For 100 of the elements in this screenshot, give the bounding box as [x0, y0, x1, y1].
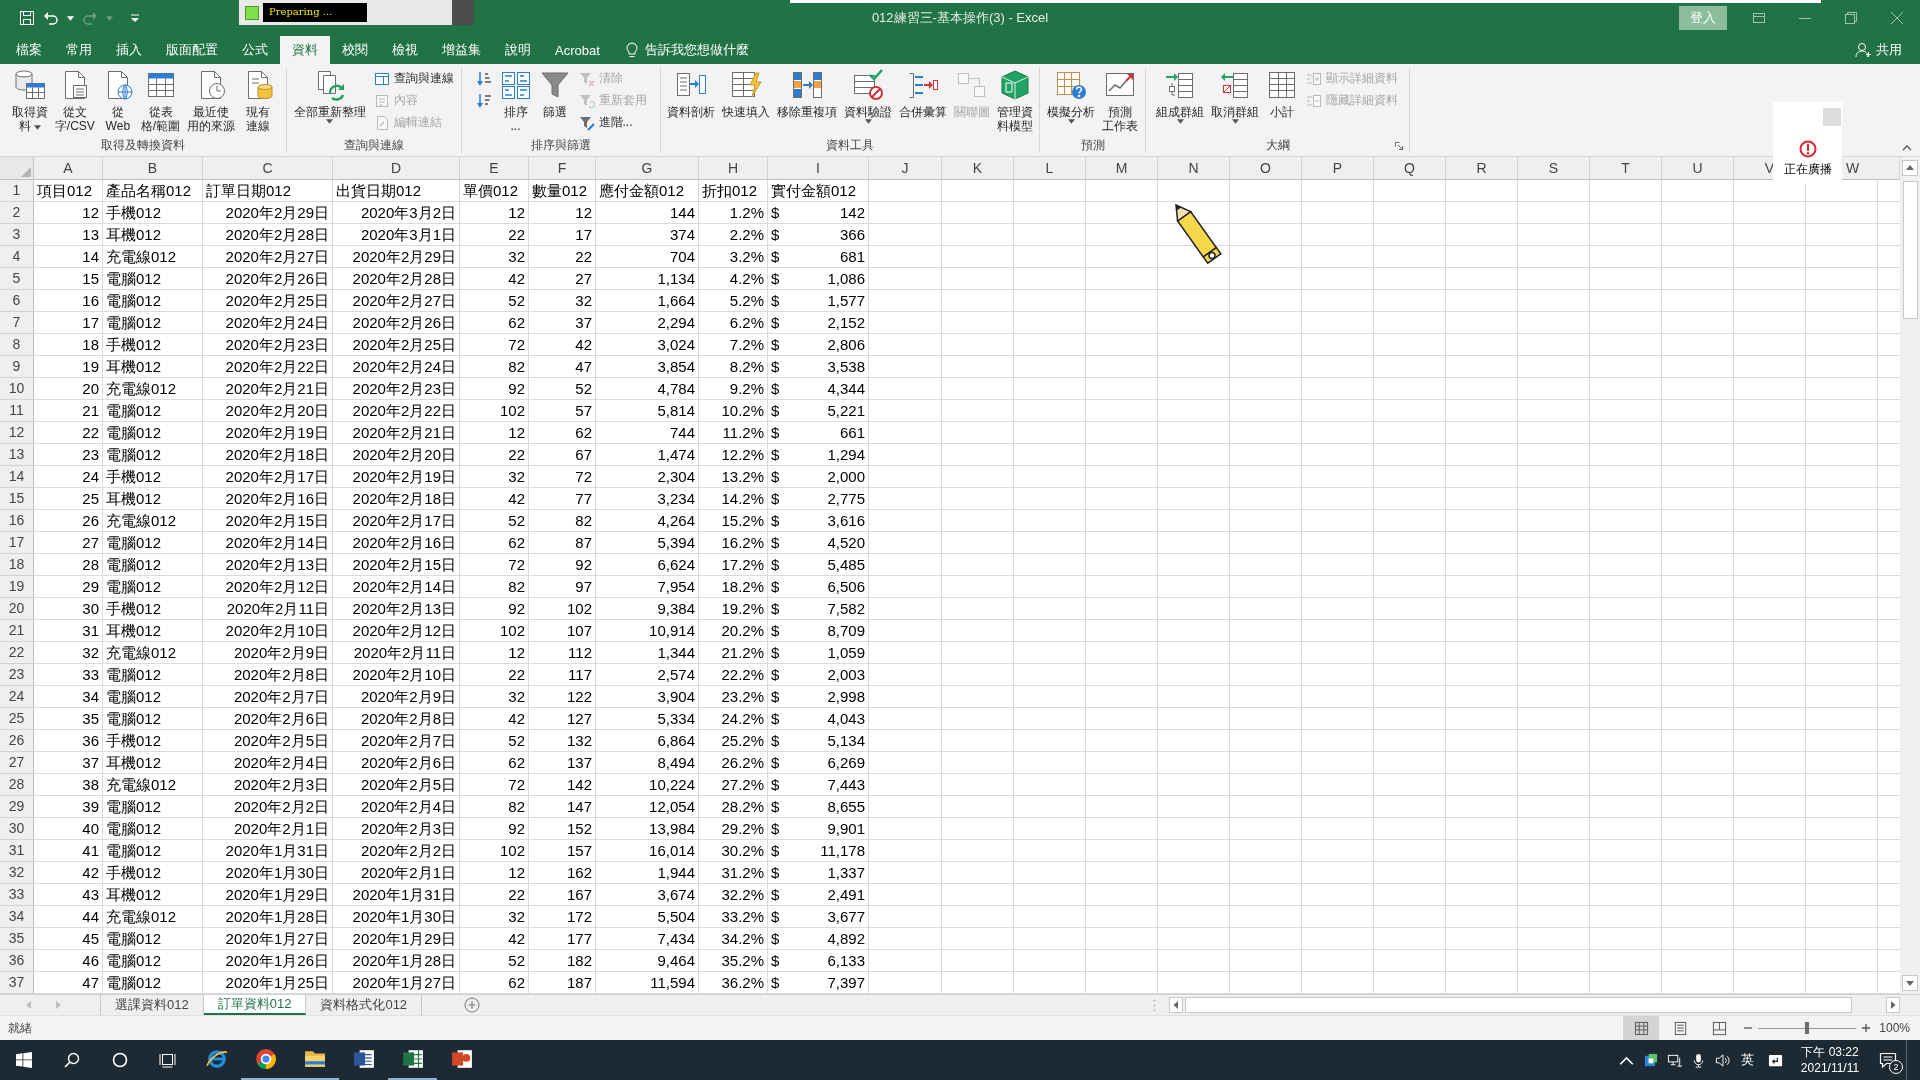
scrollbar-thumb[interactable]	[1902, 181, 1918, 319]
row-header[interactable]: 29	[0, 796, 34, 818]
ribbon-tab[interactable]: 插入	[104, 36, 154, 64]
ribbon-tab[interactable]: 增益集	[430, 36, 493, 64]
input-mode-button[interactable]: 英	[1734, 1040, 1760, 1080]
ribbon-button[interactable]: 全部重新整理	[291, 68, 368, 125]
row-header[interactable]: 11	[0, 400, 34, 422]
collapse-ribbon-icon[interactable]	[1902, 145, 1912, 151]
column-header[interactable]: N	[1158, 157, 1230, 180]
column-header[interactable]: A	[34, 157, 103, 180]
column-header[interactable]: G	[596, 157, 699, 180]
task-view-icon[interactable]	[159, 1052, 177, 1068]
ribbon-button[interactable]: 小計	[1264, 68, 1300, 120]
row-header[interactable]: 24	[0, 686, 34, 708]
row-header[interactable]: 1	[0, 180, 34, 202]
row-header[interactable]: 21	[0, 620, 34, 642]
ribbon-button[interactable]: 預測 工作表	[1100, 68, 1140, 134]
row-header[interactable]: 27	[0, 752, 34, 774]
ribbon-button[interactable]: 從文 字/CSV	[52, 68, 97, 134]
row-header[interactable]: 31	[0, 840, 34, 862]
ribbon-tab[interactable]: Acrobat	[543, 36, 612, 64]
scroll-up-icon[interactable]	[1900, 157, 1920, 179]
ribbon-button[interactable]: 現有 連線	[240, 68, 277, 134]
ribbon-small-button[interactable]: 進階...	[575, 112, 650, 133]
ribbon-tab[interactable]: 檢視	[380, 36, 430, 64]
column-header[interactable]: L	[1014, 157, 1086, 180]
ribbon-button[interactable]: 資料驗證	[842, 68, 894, 125]
ribbon-display-options-icon[interactable]	[1753, 12, 1765, 24]
row-header[interactable]: 22	[0, 642, 34, 664]
ribbon-small-button[interactable]: 查詢與連線	[370, 68, 457, 89]
tell-me-button[interactable]: 告訴我您想做什麼	[619, 36, 753, 64]
column-header[interactable]: T	[1590, 157, 1662, 180]
monitor-network-icon[interactable]	[1666, 1052, 1682, 1068]
ribbon-button[interactable]: 合併彙算	[897, 68, 949, 120]
row-header[interactable]: 3	[0, 224, 34, 246]
column-header[interactable]: I	[768, 157, 869, 180]
ribbon-button[interactable]: 排序 ...	[497, 68, 534, 134]
row-header[interactable]: 16	[0, 510, 34, 532]
row-header[interactable]: 35	[0, 928, 34, 950]
row-header[interactable]: 36	[0, 950, 34, 972]
ribbon-tab[interactable]: 常用	[54, 36, 104, 64]
zoom-out-icon[interactable]	[1744, 1024, 1753, 1032]
ribbon-tab[interactable]: 說明	[493, 36, 543, 64]
add-sheet-icon[interactable]	[464, 997, 481, 1013]
column-header[interactable]: Q	[1374, 157, 1446, 180]
column-header[interactable]: S	[1518, 157, 1590, 180]
scroll-left-icon[interactable]	[1169, 997, 1183, 1013]
row-header[interactable]: 14	[0, 466, 34, 488]
column-header[interactable]: B	[103, 157, 203, 180]
column-header[interactable]: D	[333, 157, 460, 180]
row-header[interactable]: 10	[0, 378, 34, 400]
ribbon-tab[interactable]: 版面配置	[154, 36, 230, 64]
ring-icon[interactable]	[111, 1052, 129, 1068]
row-header[interactable]: 25	[0, 708, 34, 730]
scrollbar-thumb[interactable]	[1185, 997, 1852, 1013]
row-header[interactable]: 33	[0, 884, 34, 906]
row-header[interactable]: 2	[0, 202, 34, 224]
ribbon-button[interactable]: 快速填入	[720, 68, 772, 120]
row-header[interactable]: 17	[0, 532, 34, 554]
column-header[interactable]: J	[869, 157, 942, 180]
ribbon-tab[interactable]: 檔案	[4, 36, 54, 64]
row-header[interactable]: 18	[0, 554, 34, 576]
column-header[interactable]: C	[203, 157, 333, 180]
undo-icon[interactable]	[43, 10, 59, 26]
ribbon-button[interactable]: 取得資 料	[9, 68, 50, 134]
row-header[interactable]: 6	[0, 290, 34, 312]
ribbon-button[interactable]: 從表 格/範圍	[138, 68, 183, 134]
customize-toolbar-icon[interactable]	[131, 14, 139, 22]
row-header[interactable]: 13	[0, 444, 34, 466]
return-key-icon[interactable]	[1767, 1052, 1783, 1068]
zoom-level[interactable]: 100%	[1879, 1021, 1910, 1035]
column-header[interactable]: U	[1662, 157, 1734, 180]
row-header[interactable]: 34	[0, 906, 34, 928]
ribbon-button[interactable]: 篩選	[536, 68, 573, 120]
row-header[interactable]: 26	[0, 730, 34, 752]
restore-icon[interactable]	[1845, 12, 1857, 24]
column-header[interactable]: E	[460, 157, 529, 180]
scroll-right-icon[interactable]	[1886, 997, 1900, 1013]
row-header[interactable]: 9	[0, 356, 34, 378]
row-header[interactable]: 15	[0, 488, 34, 510]
ribbon-button[interactable]: 資料剖析	[665, 68, 717, 120]
row-header[interactable]: 37	[0, 972, 34, 994]
row-header[interactable]: 5	[0, 268, 34, 290]
ribbon-button[interactable]: 移除重複項	[775, 68, 839, 120]
ribbon-tab[interactable]: 校閱	[330, 36, 380, 64]
column-header[interactable]: O	[1230, 157, 1302, 180]
row-header[interactable]: 19	[0, 576, 34, 598]
column-header[interactable]: H	[699, 157, 768, 180]
column-header[interactable]: F	[529, 157, 596, 180]
column-header[interactable]: R	[1446, 157, 1518, 180]
sheet-tab[interactable]: 訂單資料012	[203, 995, 307, 1015]
search-icon[interactable]	[63, 1052, 81, 1068]
row-header[interactable]: 28	[0, 774, 34, 796]
column-header[interactable]: M	[1086, 157, 1158, 180]
row-header[interactable]: 4	[0, 246, 34, 268]
ribbon-button[interactable]: 從 Web	[99, 68, 136, 134]
share-button[interactable]: 共用	[1851, 36, 1906, 64]
ribbon-button[interactable]: 模擬分析	[1045, 68, 1097, 125]
column-header[interactable]: P	[1302, 157, 1374, 180]
view-button[interactable]	[1623, 1016, 1660, 1040]
